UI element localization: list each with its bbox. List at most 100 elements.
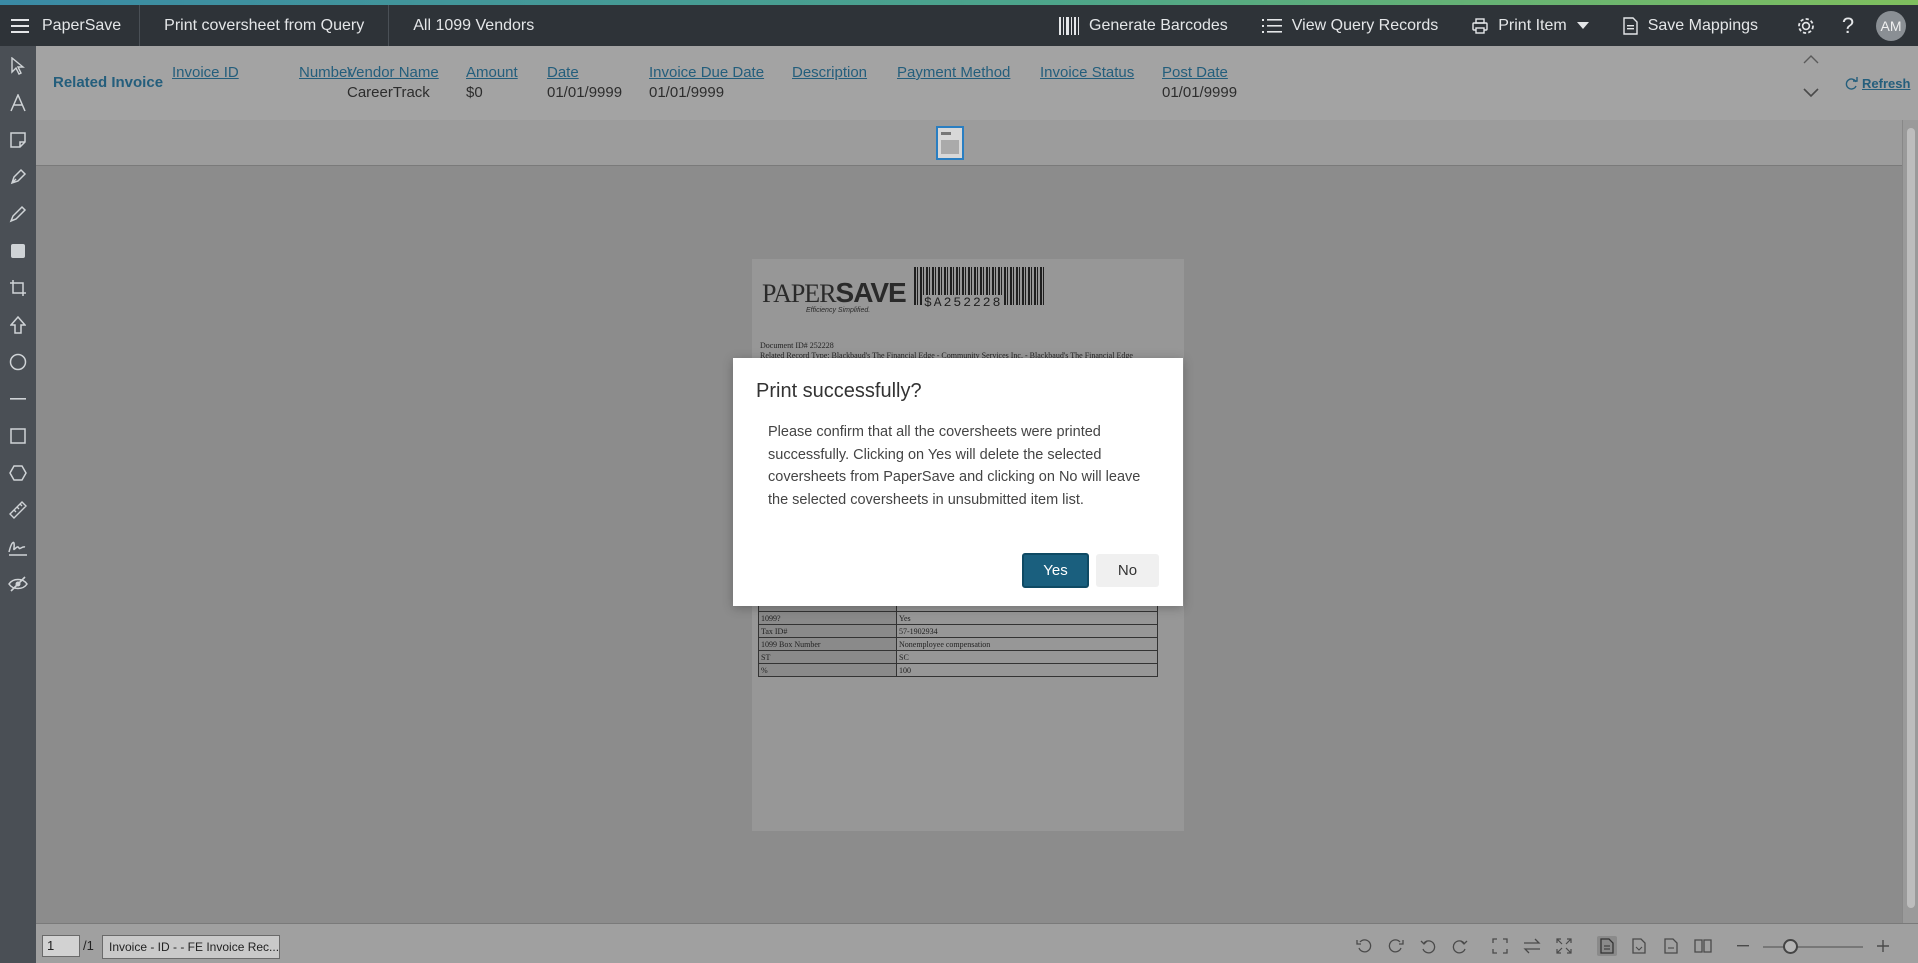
yes-button[interactable]: Yes (1022, 553, 1089, 588)
invoice-field-amount: Amount $0 (466, 64, 518, 101)
continuous-view-icon[interactable] (1629, 936, 1649, 956)
field-header[interactable]: Payment Method (897, 64, 1010, 81)
single-page-view-icon[interactable] (1597, 936, 1617, 956)
rotate-right-icon[interactable] (1386, 936, 1406, 956)
filled-rectangle-icon[interactable] (6, 239, 30, 263)
document-select[interactable]: Invoice - ID - - FE Invoice Rec... (102, 935, 280, 959)
line-icon[interactable] (6, 387, 30, 411)
text-tool-icon[interactable] (6, 91, 30, 115)
highlighter-icon[interactable] (6, 202, 30, 226)
generate-barcodes-button[interactable]: Generate Barcodes (1059, 16, 1228, 35)
annotation-toolbar (0, 46, 72, 963)
app-name[interactable]: PaperSave (40, 5, 141, 46)
table-row: % 100 (758, 663, 1158, 677)
field-value: 01/01/9999 (649, 84, 725, 101)
settings-gear-icon[interactable] (1792, 12, 1820, 40)
facing-view-icon[interactable] (1661, 936, 1681, 956)
invoice-field-due-date: Invoice Due Date 01/01/9999 (649, 64, 764, 101)
table-value: Nonemployee compensation (896, 637, 1158, 651)
breadcrumb-query[interactable]: Print coversheet from Query (140, 5, 390, 46)
ellipse-icon[interactable] (6, 350, 30, 374)
invoice-field-number: Number (299, 64, 352, 84)
document-id-line: Document ID# 252228 (760, 341, 834, 350)
print-item-label: Print Item (1498, 16, 1567, 34)
hamburger-menu-icon[interactable] (0, 5, 40, 46)
viewer-scrollbar[interactable] (1902, 120, 1918, 923)
field-header[interactable]: Post Date (1162, 64, 1237, 81)
chevron-down-icon[interactable] (1803, 88, 1819, 98)
record-navigation (1799, 54, 1823, 104)
table-key: Tax ID# (758, 624, 897, 638)
zoom-in-icon[interactable] (1873, 936, 1893, 956)
table-value: 100 (896, 663, 1158, 677)
generate-barcodes-label: Generate Barcodes (1089, 16, 1228, 34)
field-header[interactable]: Description (792, 64, 867, 81)
field-header[interactable]: Vendor Name (347, 64, 439, 81)
save-mappings-label: Save Mappings (1647, 16, 1758, 34)
no-button[interactable]: No (1096, 554, 1159, 587)
page-thumbnail[interactable] (936, 126, 964, 160)
expand-icon[interactable] (1554, 936, 1574, 956)
table-row: 1099? Yes (758, 611, 1158, 625)
table-row: ST SC (758, 650, 1158, 664)
document-icon (1623, 16, 1638, 35)
scrollbar-thumb[interactable] (1907, 128, 1915, 908)
table-key: 1099 Box Number (758, 637, 897, 651)
book-view-icon[interactable] (1693, 936, 1713, 956)
invoice-field-date: Date 01/01/9999 (547, 64, 622, 101)
polygon-icon[interactable] (6, 461, 30, 485)
rectangle-icon[interactable] (6, 424, 30, 448)
invoice-field-invoice-status: Invoice Status (1040, 64, 1134, 84)
select-cursor-icon[interactable] (6, 54, 30, 78)
invoice-field-description: Description (792, 64, 867, 84)
refresh-button[interactable]: Refresh (1844, 76, 1910, 91)
list-icon (1261, 18, 1282, 33)
signature-icon[interactable] (6, 535, 30, 559)
field-header[interactable]: Number (299, 64, 352, 81)
field-header[interactable]: Invoice Due Date (649, 64, 764, 81)
related-invoice-title: Related Invoice (53, 74, 164, 91)
print-confirm-dialog: Print successfully? Please confirm that … (733, 358, 1183, 606)
ruler-icon[interactable] (6, 498, 30, 522)
help-question-icon[interactable]: ? (1834, 12, 1862, 40)
invoice-field-invoice-id: Invoice ID (172, 64, 239, 84)
print-item-button[interactable]: Print Item (1472, 16, 1589, 35)
field-header[interactable]: Invoice Status (1040, 64, 1134, 81)
zoom-slider-handle[interactable] (1783, 939, 1798, 954)
logo-bold-text: SAVE (835, 277, 907, 308)
undo-icon[interactable] (1418, 936, 1438, 956)
user-avatar[interactable]: AM (1876, 10, 1906, 41)
table-value: SC (896, 650, 1158, 664)
table-row: Tax ID# 57-1902934 (758, 624, 1158, 638)
view-query-records-label: View Query Records (1291, 16, 1439, 34)
crop-icon[interactable] (6, 276, 30, 300)
field-value: 01/01/9999 (547, 84, 623, 101)
zoom-slider-track[interactable] (1763, 946, 1863, 948)
page-number-input[interactable]: 1 (42, 935, 80, 957)
arrow-up-icon[interactable] (6, 313, 30, 337)
chevron-up-icon[interactable] (1803, 54, 1819, 64)
redo-icon[interactable] (1450, 936, 1470, 956)
field-header[interactable]: Amount (466, 64, 518, 81)
invoice-field-post-date: Post Date 01/01/9999 (1162, 64, 1237, 101)
save-mappings-button[interactable]: Save Mappings (1623, 17, 1758, 35)
swap-icon[interactable] (1522, 936, 1542, 956)
table-row: 1099 Box Number Nonemployee compensation (758, 637, 1158, 651)
printer-icon (1472, 17, 1488, 34)
sticky-note-icon[interactable] (6, 128, 30, 152)
field-value: CareerTrack (347, 84, 430, 101)
fit-page-icon[interactable] (1490, 936, 1510, 956)
refresh-label: Refresh (1862, 76, 1911, 91)
pen-icon[interactable] (6, 165, 30, 189)
field-header[interactable]: Invoice ID (172, 64, 239, 81)
field-header[interactable]: Date (547, 64, 622, 81)
rotate-left-icon[interactable] (1354, 936, 1374, 956)
top-bar: PaperSave Print coversheet from Query Al… (0, 5, 1918, 46)
related-invoice-bar: Related Invoice Invoice ID Number Vendor… (36, 46, 1918, 120)
table-key: 1099? (758, 611, 897, 625)
table-value: 57-1902934 (896, 624, 1158, 638)
zoom-out-icon[interactable] (1733, 936, 1753, 956)
hide-eye-icon[interactable] (6, 572, 30, 596)
breadcrumb-vendors[interactable]: All 1099 Vendors (389, 5, 558, 46)
view-query-records-button[interactable]: View Query Records (1261, 16, 1439, 35)
